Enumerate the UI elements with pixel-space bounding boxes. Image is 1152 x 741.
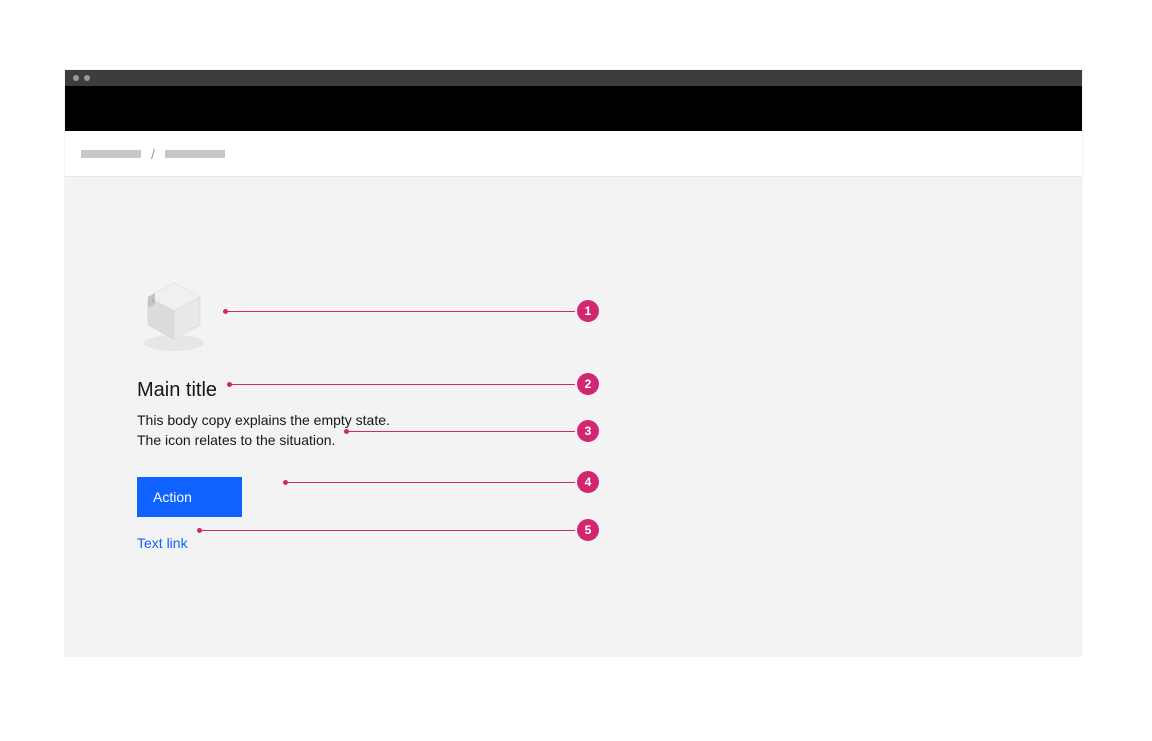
empty-state-title: Main title	[137, 379, 517, 402]
action-button[interactable]: Action	[137, 477, 242, 517]
annotation-badge-3: 3	[577, 420, 599, 442]
content-area: Main title This body copy explains the e…	[65, 176, 1082, 656]
body-line1: This body copy explains the empty state.	[137, 412, 390, 428]
annotation-badge-1: 1	[577, 300, 599, 322]
annotation-line-2: 2	[229, 384, 575, 385]
window-control-dot[interactable]	[73, 75, 79, 81]
breadcrumb: /	[65, 131, 1082, 176]
annotation-badge-5: 5	[577, 519, 599, 541]
window-titlebar	[65, 70, 1082, 86]
annotation-line-5: 5	[199, 530, 575, 531]
breadcrumb-separator: /	[141, 146, 165, 162]
window-control-dot[interactable]	[84, 75, 90, 81]
browser-frame: / Main title This body copy explains the…	[65, 70, 1082, 656]
annotation-line-1: 1	[225, 311, 575, 312]
app-header	[65, 86, 1082, 131]
text-link[interactable]: Text link	[137, 535, 188, 551]
breadcrumb-item-skeleton[interactable]	[81, 150, 141, 158]
empty-state: Main title This body copy explains the e…	[137, 275, 517, 553]
annotation-badge-4: 4	[577, 471, 599, 493]
annotation-line-3: 3	[346, 431, 575, 432]
body-line2: The icon relates to the situation.	[137, 432, 335, 448]
annotation-badge-2: 2	[577, 373, 599, 395]
breadcrumb-item-skeleton[interactable]	[165, 150, 225, 158]
box-icon	[137, 275, 211, 355]
annotation-line-4: 4	[285, 482, 575, 483]
